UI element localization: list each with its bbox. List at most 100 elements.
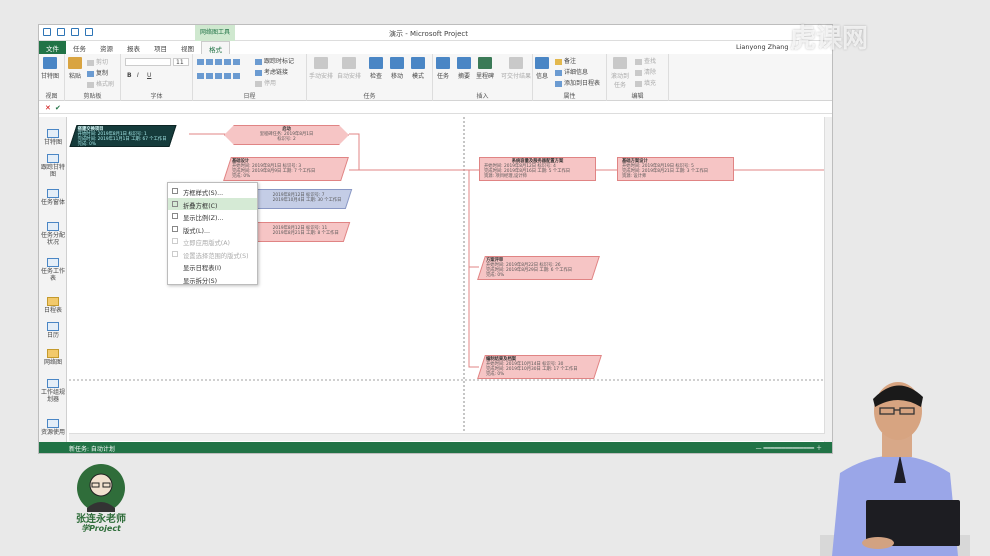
outline-icons[interactable]: [197, 58, 242, 65]
menu-apply-layout[interactable]: 立即应用版式(A): [168, 235, 257, 248]
menu-collapse-boxes[interactable]: 折叠方框(C): [168, 197, 257, 210]
font-size-select[interactable]: 11: [173, 58, 189, 66]
notes-button[interactable]: 备注: [555, 56, 576, 65]
view-task-usage[interactable]: 任务分配状况: [39, 222, 67, 246]
logo-line-2: 学Project: [81, 523, 122, 532]
undo-icon[interactable]: [57, 28, 65, 36]
details-button[interactable]: 详细信息: [555, 67, 588, 76]
view-tracking-gantt[interactable]: 跟踪甘特图: [39, 154, 67, 178]
auto-schedule-button[interactable]: 自动安排: [337, 57, 361, 80]
task-node-capacity-plan[interactable]: 系统容量及服务器配置方案 开始时间: 2019年8月12日 标识号: 4 完成时…: [479, 157, 596, 181]
paste-icon: [68, 57, 82, 69]
task-node-basic-design[interactable]: 基础设计 开始时间: 2019年8月1日 标识号: 3 完成时间: 2019年8…: [223, 157, 349, 181]
zoom-icon: [172, 213, 178, 219]
move-button[interactable]: 移动: [390, 57, 404, 80]
respect-links-button[interactable]: 考虑链接: [255, 67, 288, 76]
tab-project[interactable]: 项目: [147, 41, 174, 54]
manual-schedule-button[interactable]: 手动安排: [309, 57, 333, 80]
summary-icon: [457, 57, 471, 69]
scroll-to-task-button[interactable]: 滚动到任务: [609, 57, 631, 89]
find-icon: [635, 58, 642, 65]
task-node-basic-plan[interactable]: 基础方案设计 开始时间: 2019年8月19日 标识号: 5 完成时间: 201…: [617, 157, 734, 181]
mode-icon: [411, 57, 425, 69]
horizontal-scrollbar[interactable]: [69, 433, 825, 441]
view-task-sheet[interactable]: 任务工作表: [39, 258, 67, 282]
menu-show-split[interactable]: 显示拆分(S): [168, 273, 257, 286]
new-task-mode-status[interactable]: 新任务: 自动计划: [69, 446, 115, 453]
milestone-node-start[interactable]: 启动 里程碑任务: 2019年8月1日 标识号: 2: [224, 125, 349, 145]
view-gantt[interactable]: 甘特图: [39, 129, 67, 146]
tab-file[interactable]: 文件: [39, 41, 66, 54]
mark-on-track-button[interactable]: 跟踪时标记: [255, 56, 294, 65]
apply-layout-icon: [172, 238, 178, 244]
insert-deliverable-button[interactable]: 可交付结果: [501, 57, 531, 80]
underline-button[interactable]: U: [147, 72, 151, 79]
user-name[interactable]: Lianyong Zhang: [736, 43, 788, 51]
inspect-icon: [369, 57, 383, 69]
cut-button[interactable]: 剪切: [87, 57, 108, 66]
insert-milestone-button[interactable]: 里程碑: [476, 57, 494, 80]
add-to-timeline-button[interactable]: 添加到日程表: [555, 78, 600, 87]
view-network-diagram[interactable]: 网络图: [39, 349, 67, 366]
fill-button[interactable]: 填充: [635, 78, 656, 87]
insert-task-button[interactable]: 任务: [436, 57, 450, 80]
details-icon: [555, 69, 562, 76]
view-timeline[interactable]: 日程表: [39, 297, 67, 314]
entry-bar[interactable]: ✕ ✔: [39, 103, 832, 114]
print-icon[interactable]: [85, 28, 93, 36]
view-team-planner[interactable]: 工作组规划器: [39, 379, 67, 403]
ribbon-tabs: 文件 任务 资源 报表 项目 视图 格式: [39, 41, 832, 54]
paste-button[interactable]: 粘贴: [68, 57, 82, 80]
menu-show-timeline[interactable]: 显示日程表(I): [168, 260, 257, 273]
task-node-plan-review[interactable]: 方案评审 开始时间: 2019年8月22日 标识号: 26 完成时间: 2019…: [477, 256, 600, 280]
task-node-compile-results[interactable]: 编制结果及档案 开始时间: 2019年10月14日 标识号: 30 完成时间: …: [477, 355, 602, 379]
mode-button[interactable]: 模式: [411, 57, 425, 80]
task-sheet-icon: [47, 258, 59, 267]
view-resource-usage[interactable]: 资源使用: [39, 419, 67, 436]
task-form-icon: [47, 189, 59, 198]
info-icon: [535, 57, 549, 69]
menu-zoom[interactable]: 显示比例(Z)...: [168, 210, 257, 223]
milestone-icon: [478, 57, 492, 69]
task-icon: [436, 57, 450, 69]
eraser-icon: [635, 69, 642, 76]
zoom-slider[interactable]: — ━━━━━━━━━━━━━━ ＋: [756, 443, 822, 452]
menu-layout[interactable]: 版式(L)...: [168, 223, 257, 236]
cancel-entry-icon[interactable]: ✕: [45, 104, 51, 112]
deliverable-icon: [509, 57, 523, 69]
copy-button[interactable]: 复制: [87, 68, 108, 77]
gantt-view-icon: [47, 129, 59, 138]
summary-task-node[interactable]: 搭建交换项目 开始时间: 2019年8月1日 标识号: 1 完成时间: 2019…: [69, 125, 177, 147]
save-icon[interactable]: [43, 28, 51, 36]
redo-icon[interactable]: [71, 28, 79, 36]
format-painter-button[interactable]: 格式刷: [87, 79, 114, 88]
view-calendar[interactable]: 日历: [39, 322, 67, 339]
tab-format[interactable]: 格式: [201, 41, 230, 54]
tab-task[interactable]: 任务: [66, 41, 93, 54]
clear-button[interactable]: 清除: [635, 67, 656, 76]
auto-schedule-icon: [342, 57, 356, 69]
bold-button[interactable]: B: [127, 72, 132, 79]
tab-view[interactable]: 视图: [174, 41, 201, 54]
menu-layout-selection[interactable]: 设置选择范围的版式(S): [168, 248, 257, 261]
menu-box-styles[interactable]: 方框样式(S)...: [168, 185, 257, 198]
info-button[interactable]: 信息: [535, 57, 549, 80]
project-window: 网络图工具 演示 - Microsoft Project 文件 任务 资源 报表…: [38, 24, 833, 454]
confirm-entry-icon[interactable]: ✔: [55, 104, 61, 112]
find-button[interactable]: 查找: [635, 56, 656, 65]
presenter: [820, 382, 970, 556]
fill-icon: [635, 80, 642, 87]
inspect-button[interactable]: 检查: [369, 57, 383, 80]
font-name-select[interactable]: [125, 58, 171, 66]
tab-resource[interactable]: 资源: [93, 41, 120, 54]
view-task-form[interactable]: 任务窗体: [39, 189, 67, 206]
indent-icons[interactable]: [197, 72, 242, 79]
group-font: 11 B I U 字体: [121, 54, 193, 101]
tab-report[interactable]: 报表: [120, 41, 147, 54]
layout-selection-icon: [172, 250, 178, 257]
insert-summary-button[interactable]: 摘要: [457, 57, 471, 80]
gantt-button[interactable]: 甘特图: [41, 57, 59, 80]
inactivate-button[interactable]: 停用: [255, 78, 276, 87]
resource-usage-icon: [47, 419, 59, 428]
italic-button[interactable]: I: [137, 72, 139, 79]
